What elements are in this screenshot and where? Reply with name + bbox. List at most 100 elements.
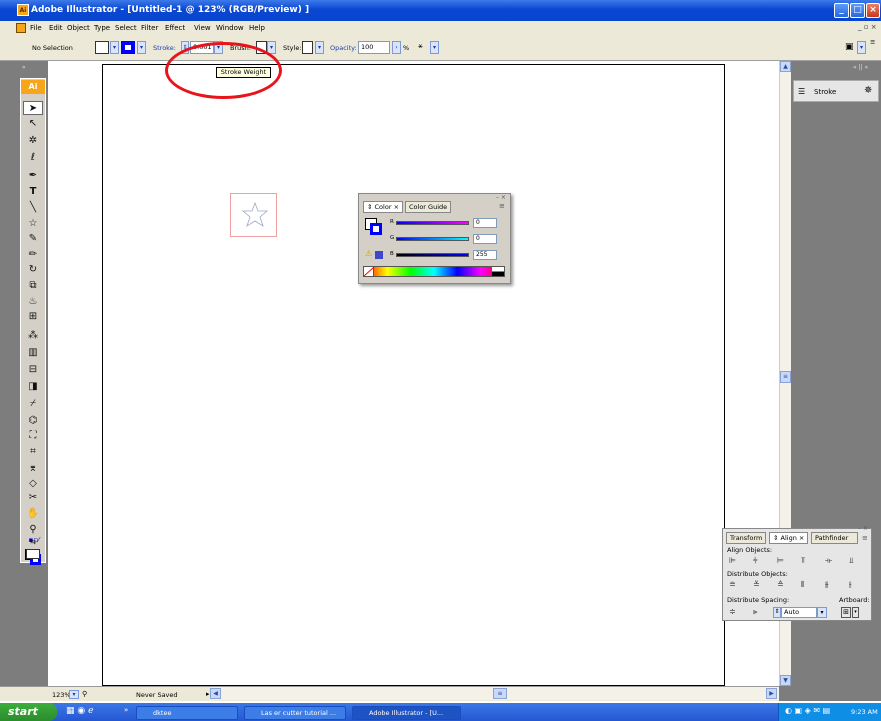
document-icon[interactable] (16, 23, 26, 33)
distribute-hcenter-icon[interactable]: ⫵ (825, 580, 829, 590)
horizontal-spacing-icon[interactable]: ⫸ (753, 607, 758, 617)
minimize-button[interactable]: _ (834, 3, 849, 18)
type-tool-icon[interactable]: T (23, 185, 43, 199)
menu-object[interactable]: Object (67, 24, 90, 32)
distribute-top-icon[interactable]: ≘ (729, 580, 736, 589)
none-swatch-icon[interactable] (363, 266, 375, 277)
style-dropdown[interactable]: ▾ (315, 41, 324, 54)
scroll-up-button[interactable]: ▲ (780, 61, 791, 72)
style-swatch[interactable] (302, 41, 313, 54)
collapse-toolbox-icon[interactable]: » (22, 64, 26, 71)
black-white-swatch[interactable] (492, 267, 504, 276)
symbol-sprayer-tool-icon[interactable]: ⁂ (23, 329, 43, 343)
align-right-icon[interactable]: ⊨ (777, 556, 784, 565)
recolor-dropdown[interactable]: ▾ (430, 41, 439, 54)
align-panel-close-icon[interactable]: – × (858, 525, 868, 532)
scroll-down-button[interactable]: ▼ (780, 675, 791, 686)
scissors-tool-icon[interactable]: ✂ (23, 491, 43, 505)
eraser-tool-icon[interactable]: ◇ (23, 477, 43, 491)
align-hcenter-icon[interactable]: ⫩ (753, 556, 758, 566)
blend-tool-icon[interactable]: ⌬ (23, 414, 43, 428)
pen-tool-icon[interactable]: ✒ (23, 169, 43, 183)
recolor-icon[interactable]: ⚹ (418, 41, 423, 51)
stroke-dropdown[interactable]: ▾ (137, 41, 146, 54)
quicklaunch-chevron-icon[interactable]: » (124, 706, 128, 714)
b-value-field[interactable]: 255 (473, 250, 497, 260)
distribute-right-icon[interactable]: ⫲ (849, 580, 852, 590)
opacity-arrow[interactable]: › (392, 41, 401, 54)
align-panel-menu-icon[interactable]: ≡ (862, 534, 868, 542)
menu-file[interactable]: File (30, 24, 42, 32)
scale-tool-icon[interactable]: ⧉ (23, 279, 43, 293)
star-shape[interactable] (231, 194, 276, 236)
align-top-icon[interactable]: ⫪ (801, 556, 806, 566)
spacing-dropdown[interactable]: ▾ (817, 607, 827, 618)
align-tab[interactable]: ⇕ Align × (769, 532, 809, 544)
distribute-left-icon[interactable]: ⫴ (801, 580, 804, 590)
doc-window-controls[interactable]: _ ▫ × (858, 23, 877, 31)
magic-wand-tool-icon[interactable]: ✲ (23, 134, 43, 148)
g-value-field[interactable]: 0 (473, 234, 497, 244)
align-left-icon[interactable]: ⊫ (729, 556, 736, 565)
color-spectrum-bar[interactable] (363, 266, 505, 277)
live-paint-tool-icon[interactable]: ⛶ (23, 429, 43, 443)
menu-view[interactable]: View (194, 24, 211, 32)
stroke-panel-button[interactable]: ☰ Stroke ✵ (793, 80, 879, 102)
scroll-right-button[interactable]: ▶ (766, 688, 777, 699)
stroke-swatch[interactable] (121, 41, 135, 54)
color-tab[interactable]: ⇕ Color × (363, 201, 404, 213)
free-transform-tool-icon[interactable]: ⊞ (23, 310, 43, 324)
r-value-field[interactable]: 0 (473, 218, 497, 228)
collapse-dock-icon[interactable]: « || « (853, 64, 868, 71)
rotate-tool-icon[interactable]: ↻ (23, 263, 43, 277)
menu-window[interactable]: Window (216, 24, 244, 32)
menu-edit[interactable]: Edit (49, 24, 63, 32)
crop-area-tool-icon[interactable]: ⌗ (23, 445, 43, 459)
arrange-dropdown[interactable]: ▾ (857, 41, 866, 54)
tray-icons[interactable]: ◐ ▣ ◈ ✉ ▤ (785, 706, 830, 715)
zoom-level[interactable]: 123% (52, 691, 71, 699)
control-menu-icon[interactable]: ≡ (870, 38, 875, 46)
transform-tab[interactable]: Transform (726, 532, 767, 544)
out-of-gamut-warning-icon[interactable]: ⚠ (365, 249, 372, 258)
menu-effect[interactable]: Effect (165, 24, 185, 32)
star-tool-icon[interactable]: ☆ (23, 217, 43, 231)
horizontal-scrollbar[interactable]: ◀ ≡ ▶ (210, 687, 779, 700)
stroke-color-box[interactable] (370, 223, 382, 235)
task-illustrator[interactable]: Adobe Illustrator - [U... (352, 706, 461, 720)
color-mode-icons[interactable]: ▪▫⁄ (24, 536, 44, 546)
scroll-left-button[interactable]: ◀ (210, 688, 221, 699)
panel-menu-icon[interactable]: ≡ (499, 202, 505, 210)
menu-type[interactable]: Type (94, 24, 110, 32)
task-dktee[interactable]: dktee (136, 706, 238, 720)
pencil-tool-icon[interactable]: ✏ (23, 248, 43, 262)
menu-filter[interactable]: Filter (141, 24, 158, 32)
screen-mode-icon[interactable] (26, 549, 40, 559)
fill-dropdown[interactable]: ▾ (110, 41, 119, 54)
selection-tool-icon[interactable]: ➤ (23, 101, 43, 115)
vertical-spacing-icon[interactable]: ≑ (729, 607, 736, 616)
distribute-vcenter-icon[interactable]: ≚ (753, 580, 760, 589)
star-selection-bounds[interactable] (230, 193, 277, 237)
align-to-dropdown[interactable]: ▾ (852, 607, 859, 618)
arrange-documents-icon[interactable]: ▣ (845, 42, 854, 52)
opacity-field[interactable]: 100 (358, 41, 390, 54)
lasso-tool-icon[interactable]: ℓ (23, 151, 43, 165)
menu-help[interactable]: Help (249, 24, 265, 32)
mesh-tool-icon[interactable]: ⊟ (23, 363, 43, 377)
menu-select[interactable]: Select (115, 24, 137, 32)
eyedropper-tool-icon[interactable]: ⌿ (23, 397, 43, 411)
maximize-button[interactable]: □ (850, 3, 865, 18)
spacing-value-field[interactable]: Auto (781, 607, 817, 618)
g-slider[interactable] (396, 237, 469, 241)
zoom-dropdown[interactable]: ▾ (69, 690, 79, 699)
hscroll-thumb[interactable]: ≡ (493, 688, 507, 699)
start-button[interactable]: start (0, 703, 57, 721)
align-vcenter-icon[interactable]: ⟛ (825, 556, 832, 566)
in-gamut-swatch[interactable] (375, 251, 383, 259)
line-tool-icon[interactable]: ╲ (23, 201, 43, 215)
save-status[interactable]: Never Saved (136, 691, 178, 699)
spacing-stepper[interactable]: ⇕ (773, 607, 781, 618)
pathfinder-tab[interactable]: Pathfinder (811, 532, 858, 544)
warp-tool-icon[interactable]: ♨ (23, 295, 43, 309)
